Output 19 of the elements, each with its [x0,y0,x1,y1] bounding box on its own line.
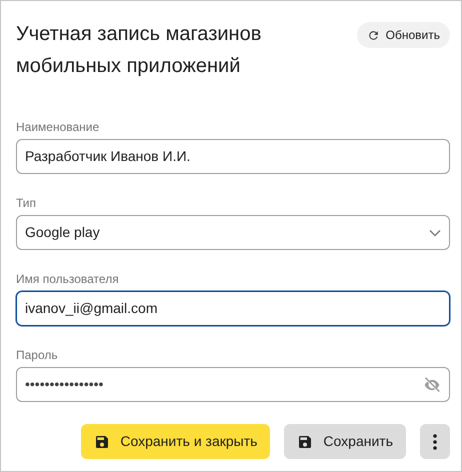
field-label: Наименование [16,120,100,134]
field-label: Имя пользователя [16,272,120,286]
more-button[interactable] [420,424,450,459]
input-field[interactable]: Разработчик Иванов И.И. [16,139,450,174]
more-icon [433,434,437,450]
password-field[interactable]: •••••••••••••••• [16,367,450,402]
input-field[interactable]: ivanov_ii@gmail.com [16,291,450,326]
save-button[interactable]: Сохранить [284,424,406,459]
type-dropdown[interactable]: Google play [16,215,450,250]
chevron-down-icon [429,228,441,236]
refresh-icon [366,28,380,42]
save-icon [94,434,110,450]
save-icon [297,434,314,450]
eye-slash-icon[interactable] [423,376,441,392]
page-title: Учетная запись магазинов мобильных приложений [16,22,262,79]
field-label: Пароль [16,348,59,362]
field-label: Тип [16,196,38,210]
save-and-close-button[interactable]: Сохранить и закрыть [81,424,270,459]
refresh-button[interactable]: Обновить [356,22,450,48]
